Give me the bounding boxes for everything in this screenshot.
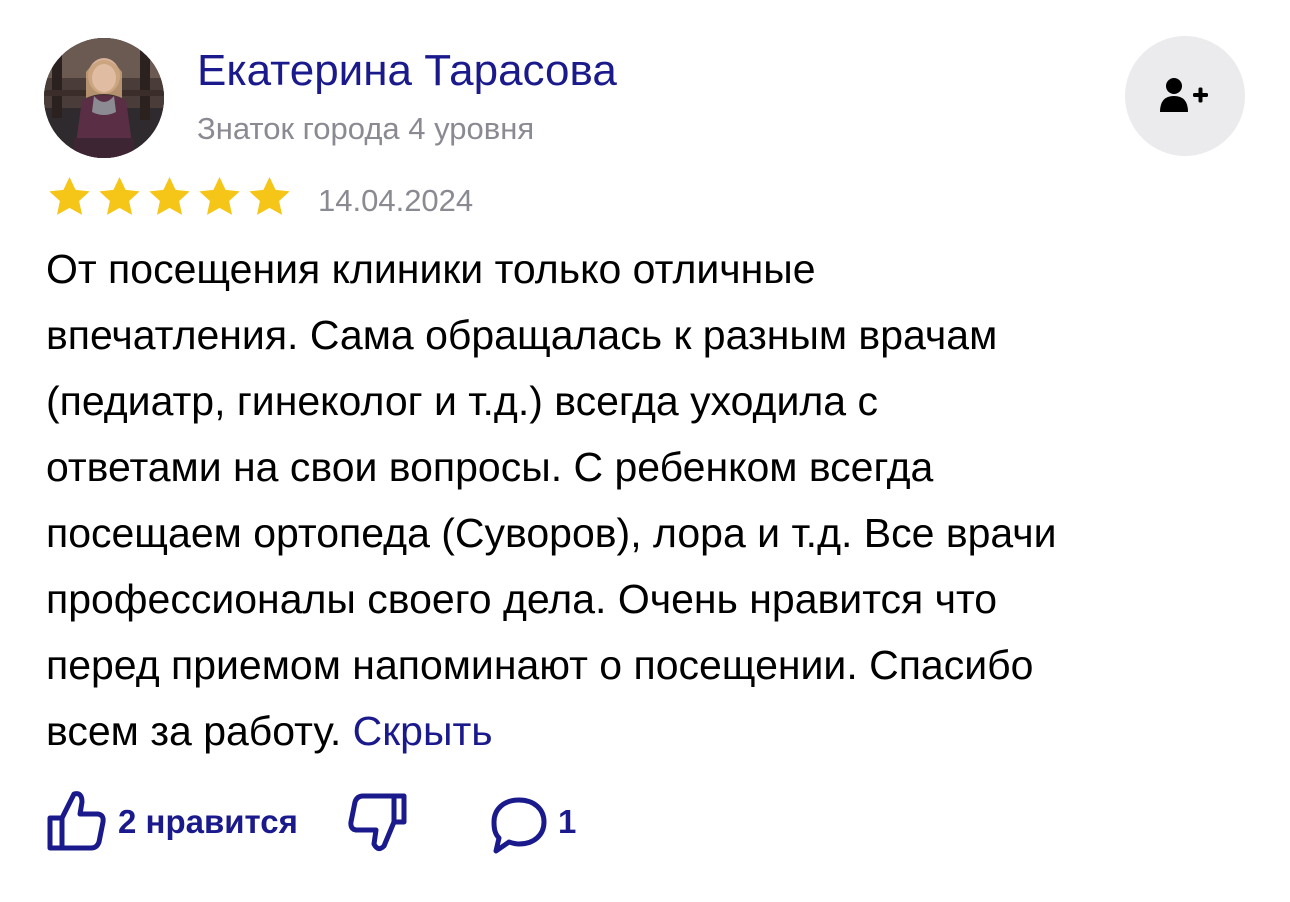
star-icon	[99, 176, 140, 215]
like-count[interactable]: 2 нравится	[118, 802, 298, 842]
review-text-line: впечатления. Сама обращалась к разным вр…	[46, 312, 998, 358]
hide-text-link[interactable]: Скрыть	[353, 708, 493, 754]
review-text-line: (педиатр, гинеколог и т.д.) всегда уходи…	[46, 378, 878, 424]
rating-stars	[46, 174, 293, 221]
author-name[interactable]: Екатерина Тарасова	[197, 44, 617, 98]
comment-icon[interactable]	[488, 794, 550, 856]
review-date: 14.04.2024	[318, 183, 474, 218]
review-text-last-line: всем за работу. Скрыть	[46, 698, 1251, 764]
star-icon	[249, 176, 290, 215]
review-text-line: посещаем ортопеда (Суворов), лора и т.д.…	[46, 510, 1057, 556]
review-text: От посещения клиники только отличные впе…	[46, 236, 1251, 764]
thumbs-down-icon[interactable]	[346, 792, 408, 856]
author-level: Знаток города 4 уровня	[197, 111, 535, 146]
review-text-line: профессионалы своего дела. Очень нравитс…	[46, 576, 998, 622]
star-icon	[149, 176, 190, 215]
review-text-line: ответами на свои вопросы. С ребенком все…	[46, 444, 934, 490]
review-text-line: перед приемом напоминают о посещении. Сп…	[46, 642, 1034, 688]
avatar[interactable]	[44, 38, 164, 158]
review-text-line: всем за работу.	[46, 708, 342, 754]
star-icon	[49, 176, 90, 215]
thumbs-up-icon[interactable]	[46, 788, 108, 852]
add-user-icon	[1160, 78, 1208, 112]
comment-count[interactable]: 1	[558, 802, 576, 842]
star-icon	[199, 176, 240, 215]
avatar-photo	[44, 38, 164, 158]
review-text-line: От посещения клиники только отличные	[46, 246, 816, 292]
subscribe-button[interactable]	[1125, 36, 1245, 156]
